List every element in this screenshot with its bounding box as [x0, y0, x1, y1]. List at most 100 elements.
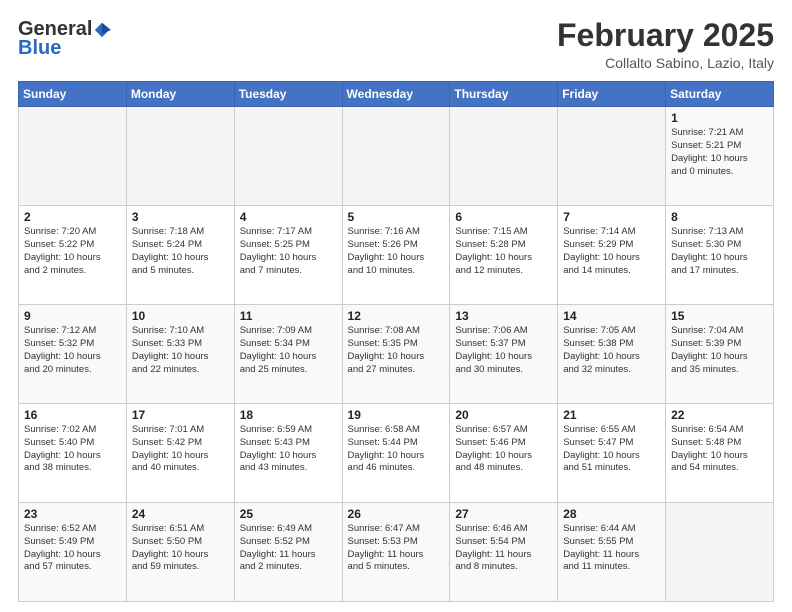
calendar-cell: 16 Sunrise: 7:02 AM Sunset: 5:40 PM Dayli…: [19, 404, 127, 503]
location: Collalto Sabino, Lazio, Italy: [557, 55, 774, 71]
day-header-wednesday: Wednesday: [342, 82, 450, 107]
calendar-week-3: 9 Sunrise: 7:12 AM Sunset: 5:32 PM Daylig…: [19, 305, 774, 404]
calendar-cell: 13Sunrise: 7:06 AM Sunset: 5:37 PM Dayli…: [450, 305, 558, 404]
calendar-cell: 14Sunrise: 7:05 AM Sunset: 5:38 PM Dayli…: [558, 305, 666, 404]
calendar-cell: [342, 107, 450, 206]
day-info: Sunrise: 6:51 AM Sunset: 5:50 PM Dayligh…: [132, 523, 229, 574]
day-number: 9: [24, 309, 121, 323]
calendar-cell: 18 Sunrise: 6:59 AM Sunset: 5:43 PM Dayli…: [234, 404, 342, 503]
day-info: Sunrise: 7:08 AM Sunset: 5:35 PM Dayligh…: [348, 325, 445, 376]
title-block: February 2025 Collalto Sabino, Lazio, It…: [557, 18, 774, 71]
day-info: Sunrise: 6:49 AM Sunset: 5:52 PM Dayligh…: [240, 523, 337, 574]
calendar-week-4: 16 Sunrise: 7:02 AM Sunset: 5:40 PM Dayli…: [19, 404, 774, 503]
day-number: 19: [348, 408, 445, 422]
page: General Blue February 2025 Collalto Sabi…: [0, 0, 792, 612]
day-info: Sunrise: 7:10 AM Sunset: 5:33 PM Dayligh…: [132, 325, 229, 376]
calendar-week-2: 2 Sunrise: 7:20 AM Sunset: 5:22 PM Daylig…: [19, 206, 774, 305]
calendar-cell: 2 Sunrise: 7:20 AM Sunset: 5:22 PM Daylig…: [19, 206, 127, 305]
day-info: Sunrise: 7:15 AM Sunset: 5:28 PM Dayligh…: [455, 226, 552, 277]
calendar-table: SundayMondayTuesdayWednesdayThursdayFrid…: [18, 81, 774, 602]
day-number: 28: [563, 507, 660, 521]
day-number: 20: [455, 408, 552, 422]
calendar-cell: 10Sunrise: 7:10 AM Sunset: 5:33 PM Dayli…: [126, 305, 234, 404]
day-number: 5: [348, 210, 445, 224]
day-number: 7: [563, 210, 660, 224]
day-number: 15: [671, 309, 768, 323]
calendar-week-1: 1 Sunrise: 7:21 AM Sunset: 5:21 PM Daylig…: [19, 107, 774, 206]
calendar-cell: 15Sunrise: 7:04 AM Sunset: 5:39 PM Dayli…: [666, 305, 774, 404]
day-number: 13: [455, 309, 552, 323]
day-info: Sunrise: 7:09 AM Sunset: 5:34 PM Dayligh…: [240, 325, 337, 376]
calendar-cell: 6 Sunrise: 7:15 AM Sunset: 5:28 PM Daylig…: [450, 206, 558, 305]
day-number: 22: [671, 408, 768, 422]
day-number: 2: [24, 210, 121, 224]
day-number: 14: [563, 309, 660, 323]
calendar-header-row: SundayMondayTuesdayWednesdayThursdayFrid…: [19, 82, 774, 107]
day-number: 27: [455, 507, 552, 521]
day-info: Sunrise: 7:14 AM Sunset: 5:29 PM Dayligh…: [563, 226, 660, 277]
day-info: Sunrise: 7:18 AM Sunset: 5:24 PM Dayligh…: [132, 226, 229, 277]
calendar-cell: 28 Sunrise: 6:44 AM Sunset: 5:55 PM Dayli…: [558, 503, 666, 602]
day-number: 25: [240, 507, 337, 521]
day-header-friday: Friday: [558, 82, 666, 107]
day-info: Sunrise: 6:58 AM Sunset: 5:44 PM Dayligh…: [348, 424, 445, 475]
day-header-sunday: Sunday: [19, 82, 127, 107]
calendar-cell: 25 Sunrise: 6:49 AM Sunset: 5:52 PM Dayli…: [234, 503, 342, 602]
day-info: Sunrise: 6:46 AM Sunset: 5:54 PM Dayligh…: [455, 523, 552, 574]
calendar-cell: [558, 107, 666, 206]
calendar-week-5: 23Sunrise: 6:52 AM Sunset: 5:49 PM Dayli…: [19, 503, 774, 602]
day-number: 17: [132, 408, 229, 422]
month-title: February 2025: [557, 18, 774, 53]
calendar-cell: 4Sunrise: 7:17 AM Sunset: 5:25 PM Daylig…: [234, 206, 342, 305]
logo: General Blue: [18, 18, 111, 60]
day-number: 11: [240, 309, 337, 323]
day-number: 16: [24, 408, 121, 422]
logo-blue-text: Blue: [18, 37, 61, 60]
day-number: 26: [348, 507, 445, 521]
day-info: Sunrise: 7:20 AM Sunset: 5:22 PM Dayligh…: [24, 226, 121, 277]
calendar-cell: 27 Sunrise: 6:46 AM Sunset: 5:54 PM Dayli…: [450, 503, 558, 602]
calendar-cell: 22Sunrise: 6:54 AM Sunset: 5:48 PM Dayli…: [666, 404, 774, 503]
day-number: 12: [348, 309, 445, 323]
day-number: 1: [671, 111, 768, 125]
day-info: Sunrise: 6:57 AM Sunset: 5:46 PM Dayligh…: [455, 424, 552, 475]
day-number: 8: [671, 210, 768, 224]
day-info: Sunrise: 6:44 AM Sunset: 5:55 PM Dayligh…: [563, 523, 660, 574]
day-info: Sunrise: 6:59 AM Sunset: 5:43 PM Dayligh…: [240, 424, 337, 475]
day-info: Sunrise: 7:02 AM Sunset: 5:40 PM Dayligh…: [24, 424, 121, 475]
day-number: 21: [563, 408, 660, 422]
calendar-cell: 19 Sunrise: 6:58 AM Sunset: 5:44 PM Dayli…: [342, 404, 450, 503]
calendar-cell: 3Sunrise: 7:18 AM Sunset: 5:24 PM Daylig…: [126, 206, 234, 305]
calendar-cell: 7 Sunrise: 7:14 AM Sunset: 5:29 PM Daylig…: [558, 206, 666, 305]
calendar-cell: 9 Sunrise: 7:12 AM Sunset: 5:32 PM Daylig…: [19, 305, 127, 404]
calendar-cell: 23Sunrise: 6:52 AM Sunset: 5:49 PM Dayli…: [19, 503, 127, 602]
day-info: Sunrise: 7:16 AM Sunset: 5:26 PM Dayligh…: [348, 226, 445, 277]
day-header-thursday: Thursday: [450, 82, 558, 107]
calendar-cell: 1 Sunrise: 7:21 AM Sunset: 5:21 PM Daylig…: [666, 107, 774, 206]
calendar-cell: [126, 107, 234, 206]
calendar-cell: 12 Sunrise: 7:08 AM Sunset: 5:35 PM Dayli…: [342, 305, 450, 404]
day-info: Sunrise: 7:12 AM Sunset: 5:32 PM Dayligh…: [24, 325, 121, 376]
day-info: Sunrise: 7:17 AM Sunset: 5:25 PM Dayligh…: [240, 226, 337, 277]
day-info: Sunrise: 7:01 AM Sunset: 5:42 PM Dayligh…: [132, 424, 229, 475]
day-info: Sunrise: 6:52 AM Sunset: 5:49 PM Dayligh…: [24, 523, 121, 574]
day-number: 24: [132, 507, 229, 521]
calendar-cell: 11 Sunrise: 7:09 AM Sunset: 5:34 PM Dayli…: [234, 305, 342, 404]
logo-icon: [93, 21, 111, 39]
calendar-cell: 26 Sunrise: 6:47 AM Sunset: 5:53 PM Dayli…: [342, 503, 450, 602]
day-header-saturday: Saturday: [666, 82, 774, 107]
day-info: Sunrise: 6:47 AM Sunset: 5:53 PM Dayligh…: [348, 523, 445, 574]
calendar-cell: 5 Sunrise: 7:16 AM Sunset: 5:26 PM Daylig…: [342, 206, 450, 305]
calendar-cell: 20 Sunrise: 6:57 AM Sunset: 5:46 PM Dayli…: [450, 404, 558, 503]
day-info: Sunrise: 6:55 AM Sunset: 5:47 PM Dayligh…: [563, 424, 660, 475]
calendar-cell: [666, 503, 774, 602]
calendar-cell: 24 Sunrise: 6:51 AM Sunset: 5:50 PM Dayli…: [126, 503, 234, 602]
day-number: 18: [240, 408, 337, 422]
day-info: Sunrise: 7:21 AM Sunset: 5:21 PM Dayligh…: [671, 127, 768, 178]
day-header-monday: Monday: [126, 82, 234, 107]
header: General Blue February 2025 Collalto Sabi…: [18, 18, 774, 71]
day-number: 6: [455, 210, 552, 224]
day-header-tuesday: Tuesday: [234, 82, 342, 107]
calendar-cell: [450, 107, 558, 206]
calendar-cell: [234, 107, 342, 206]
